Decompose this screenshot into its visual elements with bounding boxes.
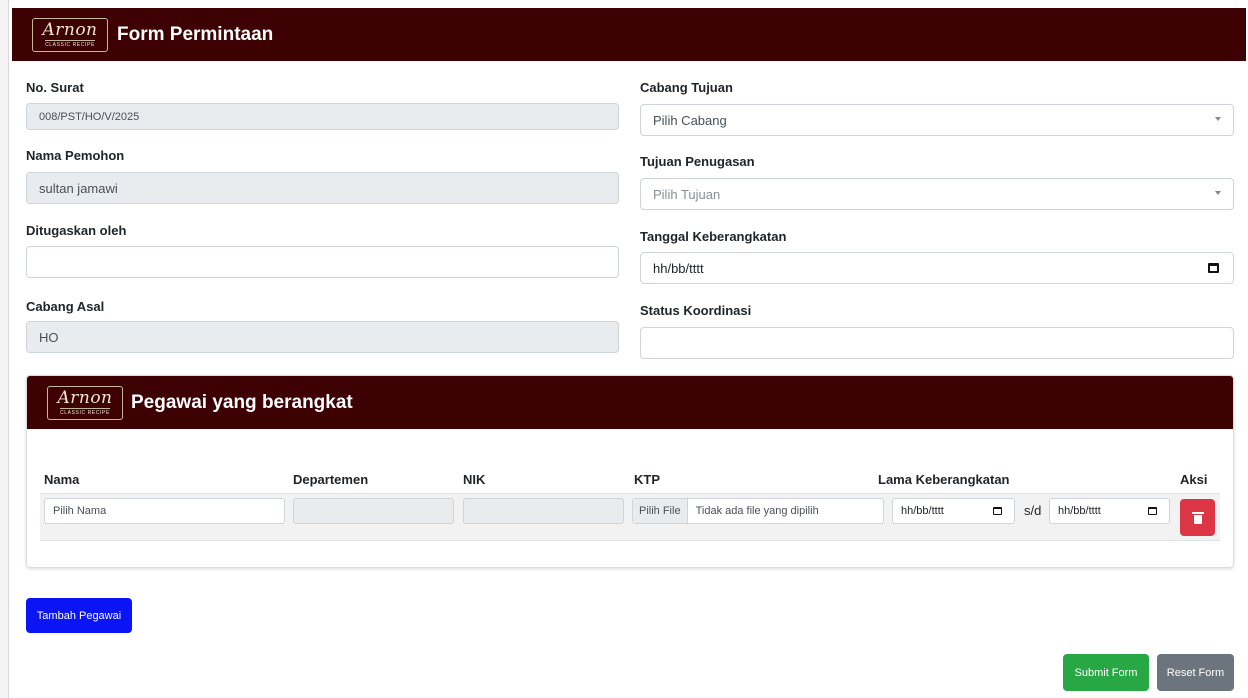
trash-icon — [1191, 511, 1204, 524]
column-header-lama: Lama Keberangkatan — [878, 472, 1010, 487]
status-koordinasi-field[interactable] — [640, 327, 1234, 359]
cabang-tujuan-label: Cabang Tujuan — [640, 80, 733, 95]
cabang-asal-label: Cabang Asal — [26, 299, 105, 314]
choose-file-button[interactable]: Pilih File — [633, 499, 688, 523]
arnon-logo: Arnon CLASSIC RECIPE — [47, 385, 123, 420]
tujuan-penugasan-select[interactable]: Pilih Tujuan — [640, 178, 1234, 210]
departemen-field[interactable] — [293, 498, 454, 524]
no-surat-field[interactable]: 008/PST/HO/V/2025 — [26, 103, 619, 130]
tanggal-keberangkatan-date[interactable]: hh/bb/tttt — [640, 252, 1234, 284]
date-start-input[interactable]: hh/bb/tttt — [892, 498, 1015, 524]
form-header: Arnon CLASSIC RECIPE Form Permintaan — [12, 8, 1246, 61]
add-employee-button[interactable]: Tambah Pegawai — [26, 598, 132, 633]
submit-form-button[interactable]: Submit Form — [1063, 654, 1149, 691]
column-header-aksi: Aksi — [1180, 472, 1208, 487]
left-scroll-rail — [0, 0, 9, 698]
chevron-down-icon — [1215, 117, 1221, 121]
column-header-departemen: Departemen — [293, 472, 369, 487]
ditugaskan-oleh-field[interactable] — [26, 246, 619, 278]
status-koordinasi-label: Status Koordinasi — [640, 303, 752, 318]
arnon-logo: Arnon CLASSIC RECIPE — [32, 17, 108, 52]
chevron-down-icon — [1215, 191, 1221, 195]
calendar-icon[interactable] — [993, 507, 1002, 515]
reset-form-button[interactable]: Reset Form — [1157, 654, 1234, 691]
no-surat-label: No. Surat — [26, 80, 84, 95]
nama-select[interactable]: Pilih Nama — [44, 498, 285, 524]
file-status-text: Tidak ada file yang dipilih — [695, 505, 819, 517]
column-header-nik: NIK — [463, 472, 486, 487]
tujuan-penugasan-label: Tujuan Penugasan — [640, 154, 755, 169]
cabang-tujuan-select[interactable]: Pilih Cabang — [640, 104, 1234, 136]
nama-pemohon-label: Nama Pemohon — [26, 148, 125, 163]
date-range-separator: s/d — [1024, 503, 1042, 518]
page-title: Form Permintaan — [117, 23, 274, 45]
nama-pemohon-field[interactable]: sultan jamawi — [26, 172, 619, 204]
nik-field[interactable] — [463, 498, 624, 524]
column-header-ktp: KTP — [634, 472, 660, 487]
delete-row-button[interactable] — [1180, 499, 1215, 536]
column-header-nama: Nama — [44, 472, 80, 487]
tanggal-keberangkatan-label: Tanggal Keberangkatan — [640, 229, 787, 244]
calendar-icon[interactable] — [1148, 507, 1157, 515]
employees-title: Pegawai yang berangkat — [131, 391, 353, 413]
employees-header: Arnon CLASSIC RECIPE Pegawai yang berang… — [27, 376, 1233, 429]
ditugaskan-oleh-label: Ditugaskan oleh — [26, 223, 127, 238]
calendar-icon[interactable] — [1208, 263, 1219, 273]
ktp-file-input[interactable]: Pilih File Tidak ada file yang dipilih — [632, 498, 884, 524]
cabang-asal-field[interactable]: HO — [26, 321, 619, 353]
date-end-input[interactable]: hh/bb/tttt — [1049, 498, 1170, 524]
